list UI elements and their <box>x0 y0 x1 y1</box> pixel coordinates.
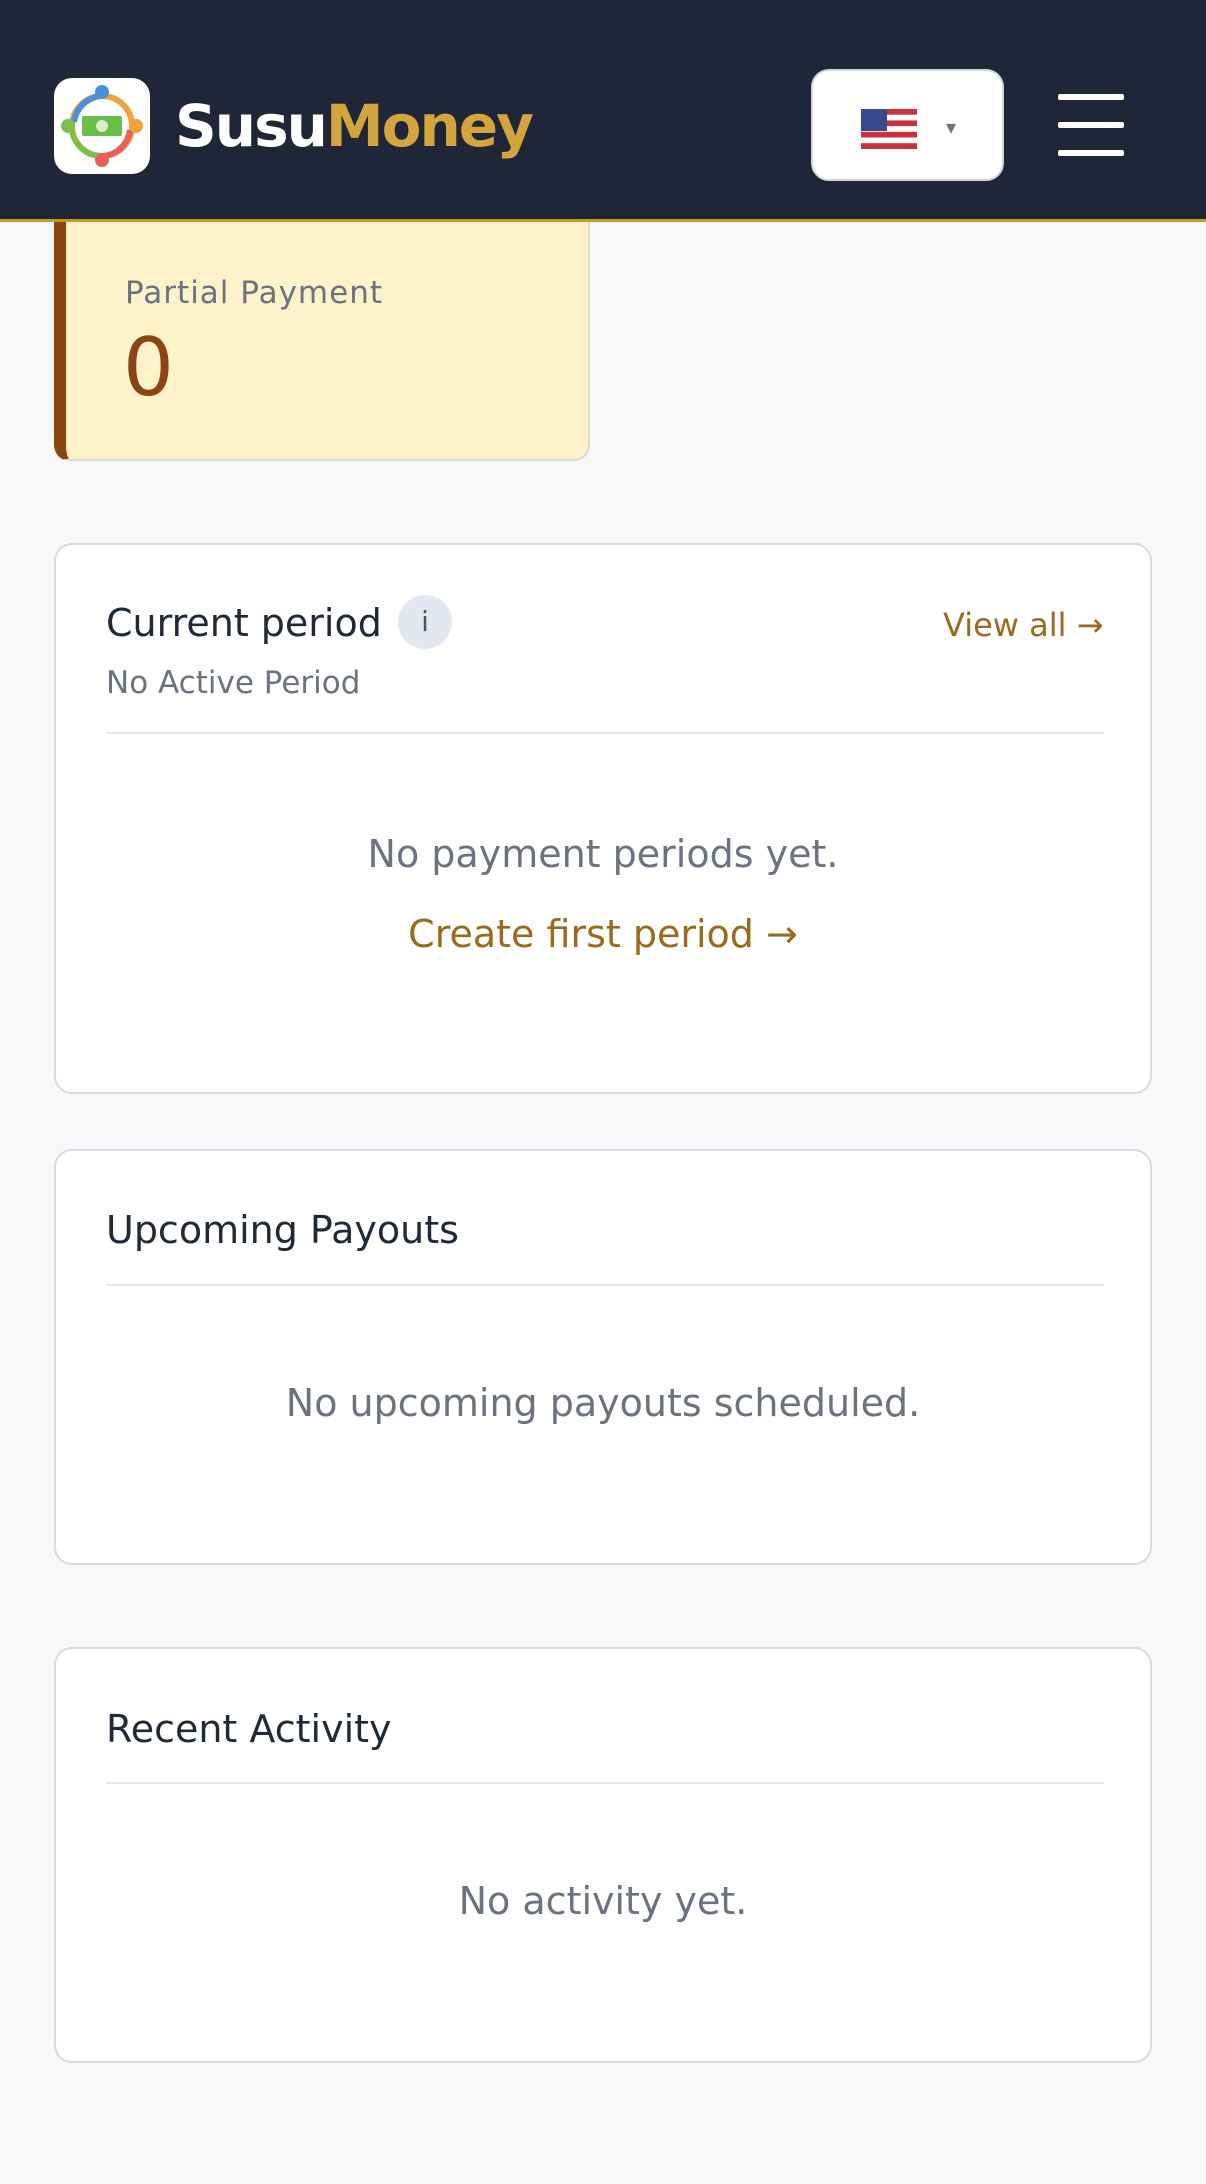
create-first-period-link[interactable]: Create first period → <box>56 911 1150 957</box>
upcoming-payouts-card: Upcoming Payouts No upcoming payouts sch… <box>54 1149 1152 1565</box>
empty-state-text: No upcoming payouts scheduled. <box>285 1381 921 1425</box>
brand-name-part2: Money <box>325 92 534 160</box>
card-title: Upcoming Payouts <box>106 1208 459 1252</box>
top-bar: SusuMoney ▾ <box>0 0 1206 222</box>
brand-name-part1: Susu <box>175 92 328 160</box>
current-period-card: Current period i View all → No Active Pe… <box>54 543 1152 1094</box>
language-selector-button[interactable]: ▾ <box>811 69 1004 181</box>
card-title: Recent Activity <box>106 1707 392 1751</box>
susumoney-logo-icon[interactable] <box>54 78 150 174</box>
us-flag-icon <box>861 109 917 149</box>
stat-value: 0 <box>123 321 174 414</box>
brand-name[interactable]: SusuMoney <box>175 92 534 160</box>
empty-state-text: No payment periods yet. <box>367 832 839 876</box>
chevron-down-icon: ▾ <box>946 115 957 139</box>
stat-label: Partial Payment <box>125 275 383 311</box>
recent-activity-card: Recent Activity No activity yet. <box>54 1647 1152 2063</box>
card-title: Current period <box>106 601 382 645</box>
hamburger-menu-icon[interactable] <box>1056 92 1126 158</box>
view-all-link[interactable]: View all → <box>943 605 1103 645</box>
divider <box>106 732 1104 734</box>
period-status: No Active Period <box>106 665 361 701</box>
divider <box>106 1284 1104 1286</box>
divider <box>106 1782 1104 1784</box>
partial-payment-card: Partial Payment 0 <box>54 222 590 461</box>
empty-state-text: No activity yet. <box>458 1879 748 1923</box>
info-icon[interactable]: i <box>398 595 452 649</box>
